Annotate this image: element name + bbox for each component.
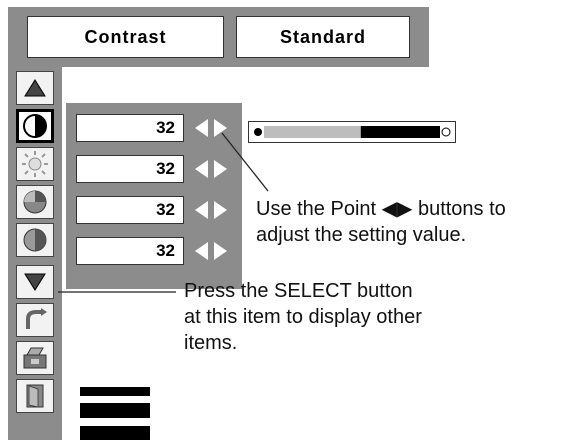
select-callout-line-1: Press the SELECT button	[184, 280, 413, 302]
point-callout-line-2: adjust the setting value.	[256, 224, 467, 246]
black-bar-2	[80, 403, 150, 418]
point-buttons-callout: Use the Point ◀▶ buttons to adjust the s…	[256, 196, 576, 248]
select-callout-line-3: items.	[184, 332, 238, 354]
black-bar-3	[80, 426, 150, 440]
select-button-callout: Press the SELECT button at this item to …	[184, 278, 484, 356]
point-callout-line-1: Use the Point ◀▶ buttons to	[256, 198, 506, 220]
black-bar-1	[80, 387, 150, 396]
select-callout-line-2: at this item to display other	[184, 306, 422, 328]
